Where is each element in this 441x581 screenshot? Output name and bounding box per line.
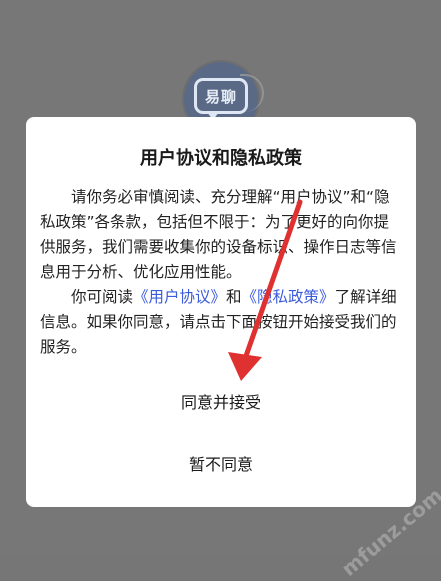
user-agreement-link[interactable]: 《用户协议》 (133, 288, 226, 306)
agree-button[interactable]: 同意并接受 (26, 381, 416, 425)
logo-text: 易聊 (204, 87, 237, 106)
reject-button[interactable]: 暂不同意 (26, 443, 416, 487)
paragraph-2-and: 和 (226, 288, 242, 306)
dialog-paragraph-2: 你可阅读《用户协议》和《隐私政策》了解详细信息。如果你同意，请点击下面按钮开始接… (40, 285, 402, 360)
paragraph-2-prefix: 你可阅读 (71, 288, 134, 306)
privacy-dialog: 用户协议和隐私政策 请你务必审慎阅读、充分理解“用户协议”和“隐私政策”各条款，… (26, 117, 416, 507)
dialog-body: 请你务必审慎阅读、充分理解“用户协议”和“隐私政策”各条款，包括但不限于：为了更… (40, 185, 402, 360)
privacy-policy-link[interactable]: 《隐私政策》 (242, 288, 335, 306)
dialog-title: 用户协议和隐私政策 (140, 148, 302, 169)
dialog-paragraph-1: 请你务必审慎阅读、充分理解“用户协议”和“隐私政策”各条款，包括但不限于：为了更… (40, 188, 397, 281)
